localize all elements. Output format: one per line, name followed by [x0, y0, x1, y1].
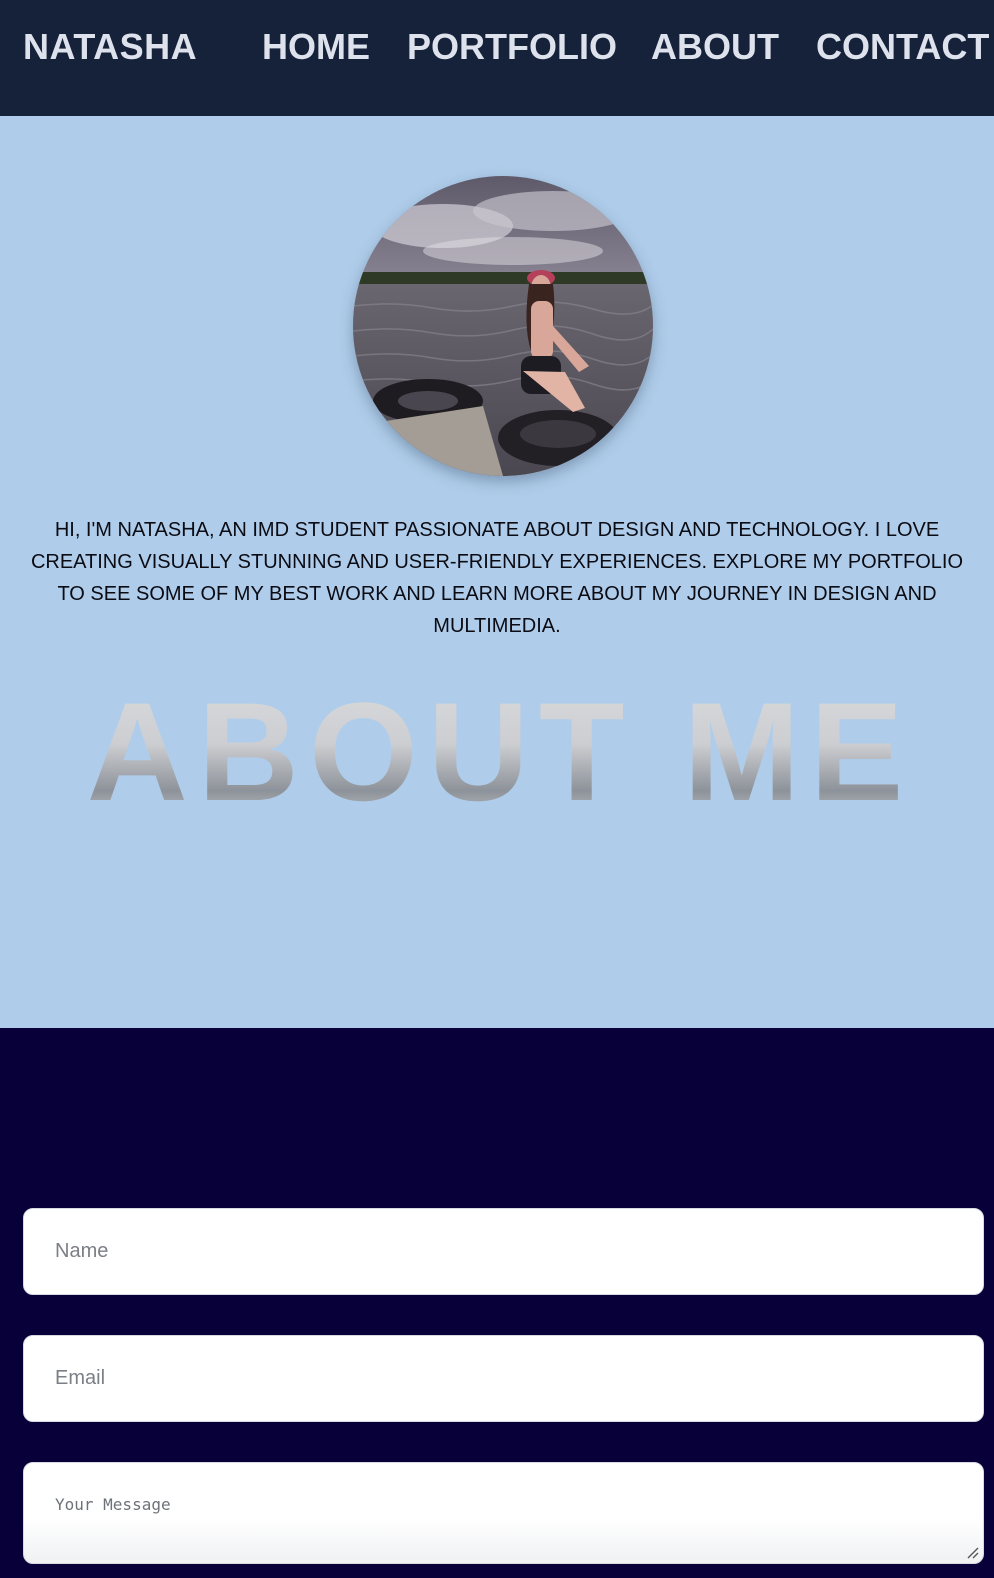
nav-link-portfolio[interactable]: PORTFOLIO — [407, 26, 617, 68]
about-heading-text: ABOUT ME — [87, 684, 914, 814]
name-input[interactable]: Name — [23, 1208, 984, 1295]
message-textarea[interactable]: Your Message — [23, 1462, 984, 1564]
name-placeholder: Name — [55, 1240, 109, 1262]
about-me-heading: ABOUT ME — [0, 673, 994, 830]
navbar: NATASHA HOME PORTFOLIO ABOUT CONTACT — [0, 0, 994, 116]
message-placeholder: Your Message — [55, 1495, 171, 1514]
main-nav: HOME PORTFOLIO ABOUT CONTACT — [0, 26, 994, 70]
intro-text: HI, I'M NATASHA, AN IMD STUDENT PASSIONA… — [30, 519, 964, 637]
hero-section: HI, I'M NATASHA, AN IMD STUDENT PASSIONA… — [0, 116, 994, 1028]
email-placeholder: Email — [55, 1367, 106, 1389]
profile-photo — [353, 176, 653, 476]
email-input[interactable]: Email — [23, 1335, 984, 1422]
nav-link-home[interactable]: HOME — [262, 26, 370, 68]
nav-link-contact[interactable]: CONTACT — [816, 26, 989, 68]
nav-link-about[interactable]: ABOUT — [651, 26, 779, 68]
resize-handle-icon[interactable] — [963, 1543, 979, 1559]
